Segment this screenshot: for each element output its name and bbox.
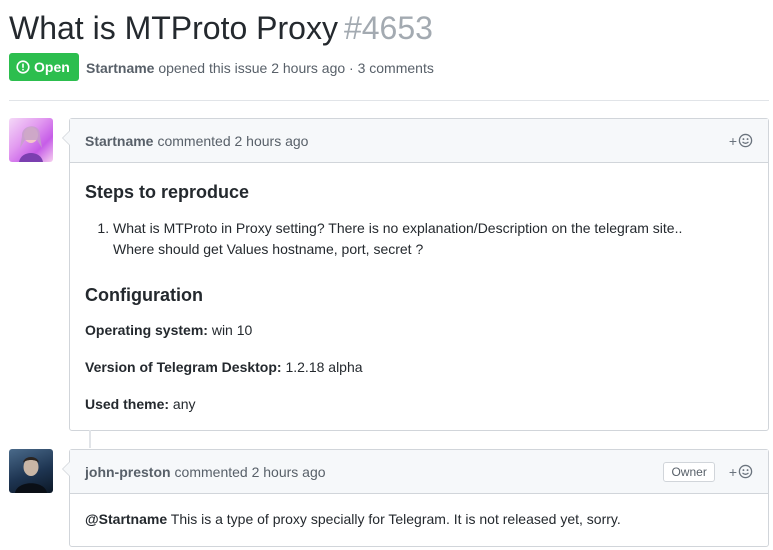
add-reaction-button[interactable]: + bbox=[729, 464, 753, 480]
issue-number: #4653 bbox=[343, 10, 433, 46]
avatar-portrait-icon bbox=[15, 457, 47, 493]
reaction-plus: + bbox=[728, 463, 737, 480]
steps-line-1: What is MTProto in Proxy setting? There … bbox=[113, 220, 683, 236]
comment-startname: Startname commented 2 hours ago + Steps … bbox=[62, 118, 769, 431]
comment-timestamp[interactable]: commented 2 hours ago bbox=[175, 464, 326, 480]
avatar-startname[interactable] bbox=[9, 118, 53, 162]
config-version-label: Version of Telegram Desktop: bbox=[85, 359, 282, 375]
comment-author-link[interactable]: Startname bbox=[85, 133, 153, 149]
comment-body: @Startname This is a type of proxy speci… bbox=[70, 509, 768, 530]
comment-author-link[interactable]: john-preston bbox=[85, 464, 171, 480]
comment-body: Steps to reproduce What is MTProto in Pr… bbox=[70, 180, 768, 415]
config-os: Operating system: win 10 bbox=[85, 320, 753, 341]
steps-list-item: What is MTProto in Proxy setting? There … bbox=[113, 218, 753, 260]
reaction-plus: + bbox=[728, 132, 737, 149]
comment-header: Startname commented 2 hours ago + bbox=[70, 119, 768, 163]
issue-author-link[interactable]: Startname bbox=[86, 60, 154, 76]
issue-opened-icon bbox=[16, 60, 30, 74]
steps-line-2: Where should get Values hostname, port, … bbox=[113, 241, 424, 257]
config-theme-label: Used theme: bbox=[85, 396, 170, 412]
smiley-icon bbox=[738, 133, 753, 148]
config-os-value: win 10 bbox=[207, 322, 253, 338]
config-version-value: 1.2.18 alpha bbox=[281, 359, 363, 375]
config-theme: Used theme: any bbox=[85, 394, 753, 415]
avatar-portrait-icon bbox=[19, 126, 43, 162]
issue-state-label: Open bbox=[34, 59, 70, 75]
header-divider bbox=[9, 100, 769, 101]
issue-meta-text: opened this issue 2 hours ago · 3 commen… bbox=[158, 60, 434, 76]
mention-link[interactable]: @Startname bbox=[85, 511, 167, 527]
heading-configuration: Configuration bbox=[85, 285, 203, 305]
config-theme-value: any bbox=[169, 396, 196, 412]
owner-badge: Owner bbox=[663, 461, 715, 482]
smiley-icon bbox=[738, 464, 753, 479]
timeline-connector bbox=[89, 430, 91, 448]
config-version: Version of Telegram Desktop: 1.2.18 alph… bbox=[85, 357, 753, 378]
issue-title-text: What is MTProto Proxy bbox=[9, 10, 338, 46]
heading-steps: Steps to reproduce bbox=[85, 182, 250, 202]
comment-john-preston: john-preston commented 2 hours ago Owner… bbox=[62, 449, 769, 547]
steps-list: What is MTProto in Proxy setting? There … bbox=[85, 218, 753, 260]
issue-state-badge: Open bbox=[9, 53, 79, 81]
comment-timestamp[interactable]: commented 2 hours ago bbox=[157, 133, 308, 149]
add-reaction-button[interactable]: + bbox=[729, 133, 753, 149]
comment-header: john-preston commented 2 hours ago Owner… bbox=[70, 450, 768, 494]
reply-message: This is a type of proxy specially for Te… bbox=[167, 511, 621, 527]
config-os-label: Operating system: bbox=[85, 322, 208, 338]
issue-meta: Startname opened this issue 2 hours ago … bbox=[86, 59, 434, 77]
avatar-john-preston[interactable] bbox=[9, 449, 53, 493]
reply-text: @Startname This is a type of proxy speci… bbox=[85, 509, 753, 530]
issue-title: What is MTProto Proxy #4653 bbox=[9, 8, 433, 48]
